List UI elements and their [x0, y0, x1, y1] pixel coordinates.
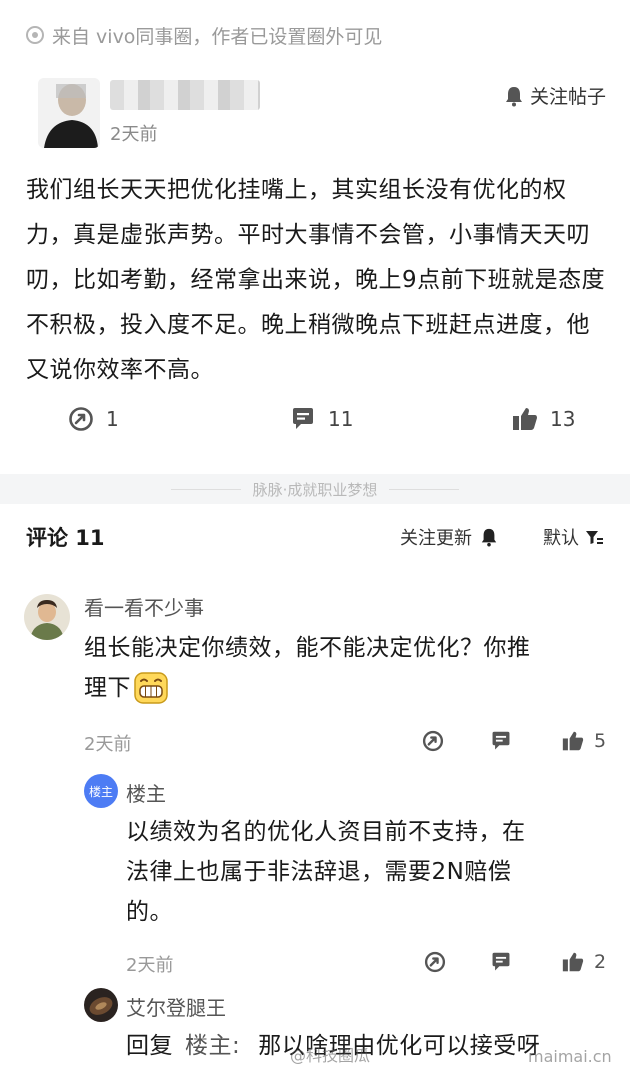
comment-action[interactable]: 11: [290, 406, 353, 432]
follow-post-button[interactable]: 关注帖子: [504, 82, 606, 109]
comment-text-line: 理下: [84, 675, 131, 701]
comment-share-button[interactable]: [424, 951, 446, 973]
comment-text-line: 的。: [126, 899, 173, 925]
source-text: 来自 vivo同事圈，作者已设置圈外可见: [52, 25, 383, 48]
bell-icon: [505, 86, 522, 106]
divider-line: [170, 488, 241, 490]
comment-text-line: 以绩效为名的优化人资目前不支持，在: [126, 819, 526, 845]
thumbs-up-icon: [562, 952, 584, 972]
like-count: 13: [550, 407, 576, 431]
sort-filter-icon: [586, 531, 603, 544]
follow-updates-label: 关注更新: [400, 528, 472, 549]
follow-post-label: 关注帖子: [529, 86, 606, 108]
comment-reply-button[interactable]: [490, 730, 512, 752]
comment-icon: [293, 408, 313, 429]
post-time: 2天前: [110, 124, 158, 145]
sort-button[interactable]: 默认: [543, 524, 603, 550]
author-avatar[interactable]: [38, 78, 100, 148]
circle-dot-icon: [26, 26, 44, 44]
comments-header: 评论 11 关注更新 默认: [0, 518, 630, 558]
like-action[interactable]: 13: [512, 406, 575, 432]
comment-share-button[interactable]: [422, 730, 444, 752]
weibo-watermark: @科技圈瓜: [290, 1046, 371, 1065]
slogan-band: 脉脉·成就职业梦想: [0, 474, 630, 504]
reply-to-user[interactable]: 楼主:: [185, 1026, 240, 1066]
commenter-avatar[interactable]: [84, 988, 118, 1022]
slogan-text: 脉脉·成就职业梦想: [252, 480, 378, 499]
grin-emoji-icon: [134, 672, 168, 704]
site-watermark: maimai.cn: [528, 1047, 612, 1066]
post-stats: 1 11 13: [0, 406, 630, 444]
commenter-avatar[interactable]: [24, 594, 70, 640]
follow-updates-button[interactable]: 关注更新: [400, 524, 498, 550]
comment-text-line-2: 理下: [84, 668, 604, 708]
comment-icon: [492, 731, 510, 750]
comment-like-count: 2: [594, 951, 607, 973]
commenter-name[interactable]: 看一看不少事: [84, 592, 204, 621]
thumbs-up-icon: [562, 731, 584, 751]
source-bar: 来自 vivo同事圈，作者已设置圈外可见: [0, 0, 630, 70]
share-count: 1: [106, 407, 119, 431]
post-body: 我们组长天天把优化挂嘴上，其实组长没有优化的权力，真是虚张声势。平时大事情不会管…: [26, 177, 606, 383]
comment-icon: [492, 952, 510, 971]
comment-like-button[interactable]: 5: [562, 730, 606, 752]
comment-text: 以绩效为名的优化人资目前不支持，在 法律上也属于非法辞退，需要2N赔偿 的。: [126, 812, 606, 932]
comment-text: 组长能决定你绩效，能不能决定优化？你推 理下: [84, 628, 604, 708]
share-icon: [69, 407, 93, 431]
share-icon: [424, 951, 446, 973]
comments-title: 评论 11: [26, 526, 105, 550]
comment-time: 2天前: [126, 955, 174, 976]
comment-text-line: 法律上也属于非法辞退，需要2N赔偿: [126, 859, 512, 885]
op-badge: 楼主: [84, 774, 118, 808]
comment-reply-button[interactable]: [490, 951, 512, 973]
comment-time: 2天前: [84, 734, 132, 755]
comment-like-count: 5: [594, 730, 607, 752]
reply-prefix: 回复: [126, 1033, 173, 1059]
share-icon: [422, 730, 444, 752]
comment-like-button[interactable]: 2: [562, 951, 606, 973]
bell-icon: [481, 528, 497, 547]
share-action[interactable]: 1: [68, 406, 119, 432]
comment-text-line: 组长能决定你绩效，能不能决定优化？你推: [84, 635, 531, 661]
sort-label: 默认: [543, 528, 579, 549]
commenter-name[interactable]: 楼主: [126, 778, 166, 807]
comment-count: 11: [328, 407, 354, 431]
thumbs-up-icon: [513, 408, 537, 430]
commenter-name[interactable]: 艾尔登腿王: [126, 992, 226, 1021]
author-name-blurred: [110, 80, 260, 110]
divider-line: [389, 488, 460, 490]
